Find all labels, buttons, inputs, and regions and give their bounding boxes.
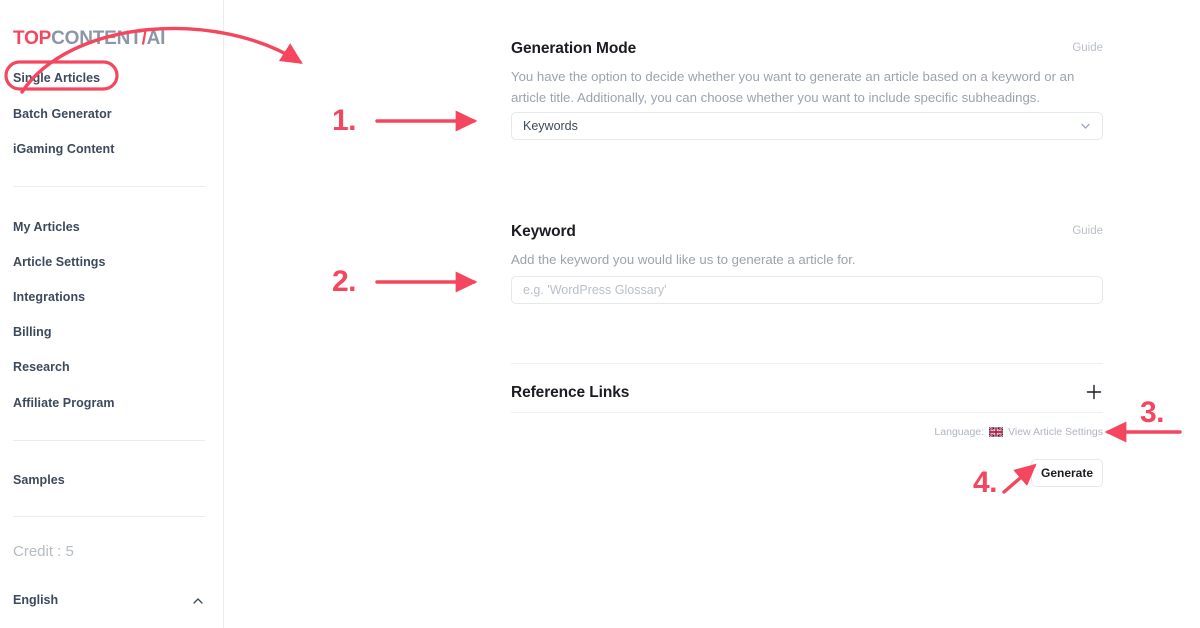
- view-article-settings-link[interactable]: View Article Settings: [1008, 426, 1103, 438]
- annotation-arrow-4: [1002, 463, 1037, 494]
- uk-flag-icon: [988, 426, 1004, 438]
- annotation-number-4: 4.: [973, 466, 998, 499]
- app-logo[interactable]: TOPCONTENT/AI: [13, 28, 165, 50]
- credit-label: Credit : 5: [13, 543, 74, 560]
- keyword-input-placeholder: e.g. 'WordPress Glossary': [523, 283, 667, 297]
- reference-links-title: Reference Links: [511, 384, 630, 401]
- annotation-number-2: 2.: [332, 265, 357, 298]
- generation-mode-guide-link[interactable]: Guide: [1072, 42, 1103, 54]
- sidebar-item-single-articles[interactable]: Single Articles: [13, 71, 100, 85]
- article-settings-meta-row: Language: View Article Settings: [934, 426, 1103, 438]
- app-root: TOPCONTENT/AI Single Articles Batch Gene…: [0, 0, 1200, 628]
- language-selector-label: English: [13, 593, 59, 607]
- sidebar-divider-2: [13, 440, 205, 441]
- generation-mode-description: You have the option to decide whether yo…: [511, 69, 1075, 105]
- language-prefix-label: Language:: [934, 426, 985, 438]
- keyword-title: Keyword: [511, 223, 576, 240]
- keyword-guide-link[interactable]: Guide: [1072, 225, 1103, 237]
- keyword-input[interactable]: e.g. 'WordPress Glossary': [511, 276, 1103, 304]
- sidebar-item-research[interactable]: Research: [13, 360, 70, 374]
- logo-text-content: CONTENT: [51, 28, 142, 49]
- sidebar-item-affiliate-program[interactable]: Affiliate Program: [13, 396, 115, 410]
- chevron-up-icon: [191, 594, 205, 608]
- annotation-number-1: 1.: [332, 104, 357, 137]
- logo-text-ai: AI: [146, 28, 166, 49]
- section-divider-bottom: [511, 412, 1103, 413]
- annotation-number-3: 3.: [1140, 396, 1165, 429]
- sidebar-item-integrations[interactable]: Integrations: [13, 290, 85, 304]
- generate-button[interactable]: Generate: [1031, 459, 1103, 487]
- section-divider-top: [511, 363, 1103, 364]
- chevron-down-icon: [1079, 120, 1092, 133]
- generation-mode-selected-value: Keywords: [523, 119, 578, 133]
- language-selector[interactable]: English: [13, 593, 205, 609]
- generation-mode-select[interactable]: Keywords: [511, 112, 1103, 140]
- sidebar-divider-3: [13, 516, 205, 517]
- sidebar-item-article-settings[interactable]: Article Settings: [13, 255, 106, 269]
- sidebar-item-billing[interactable]: Billing: [13, 325, 52, 339]
- plus-icon[interactable]: [1085, 383, 1103, 401]
- sidebar-item-batch-generator[interactable]: Batch Generator: [13, 107, 112, 121]
- sidebar-divider-1: [13, 186, 205, 187]
- keyword-description: Add the keyword you would like us to gen…: [511, 252, 856, 267]
- logo-text-top: TOP: [13, 28, 52, 49]
- sidebar-item-igaming-content[interactable]: iGaming Content: [13, 142, 114, 156]
- sidebar-item-my-articles[interactable]: My Articles: [13, 220, 80, 234]
- generation-mode-title: Generation Mode: [511, 40, 637, 57]
- sidebar-item-samples[interactable]: Samples: [13, 473, 65, 487]
- sidebar: TOPCONTENT/AI Single Articles Batch Gene…: [0, 0, 224, 628]
